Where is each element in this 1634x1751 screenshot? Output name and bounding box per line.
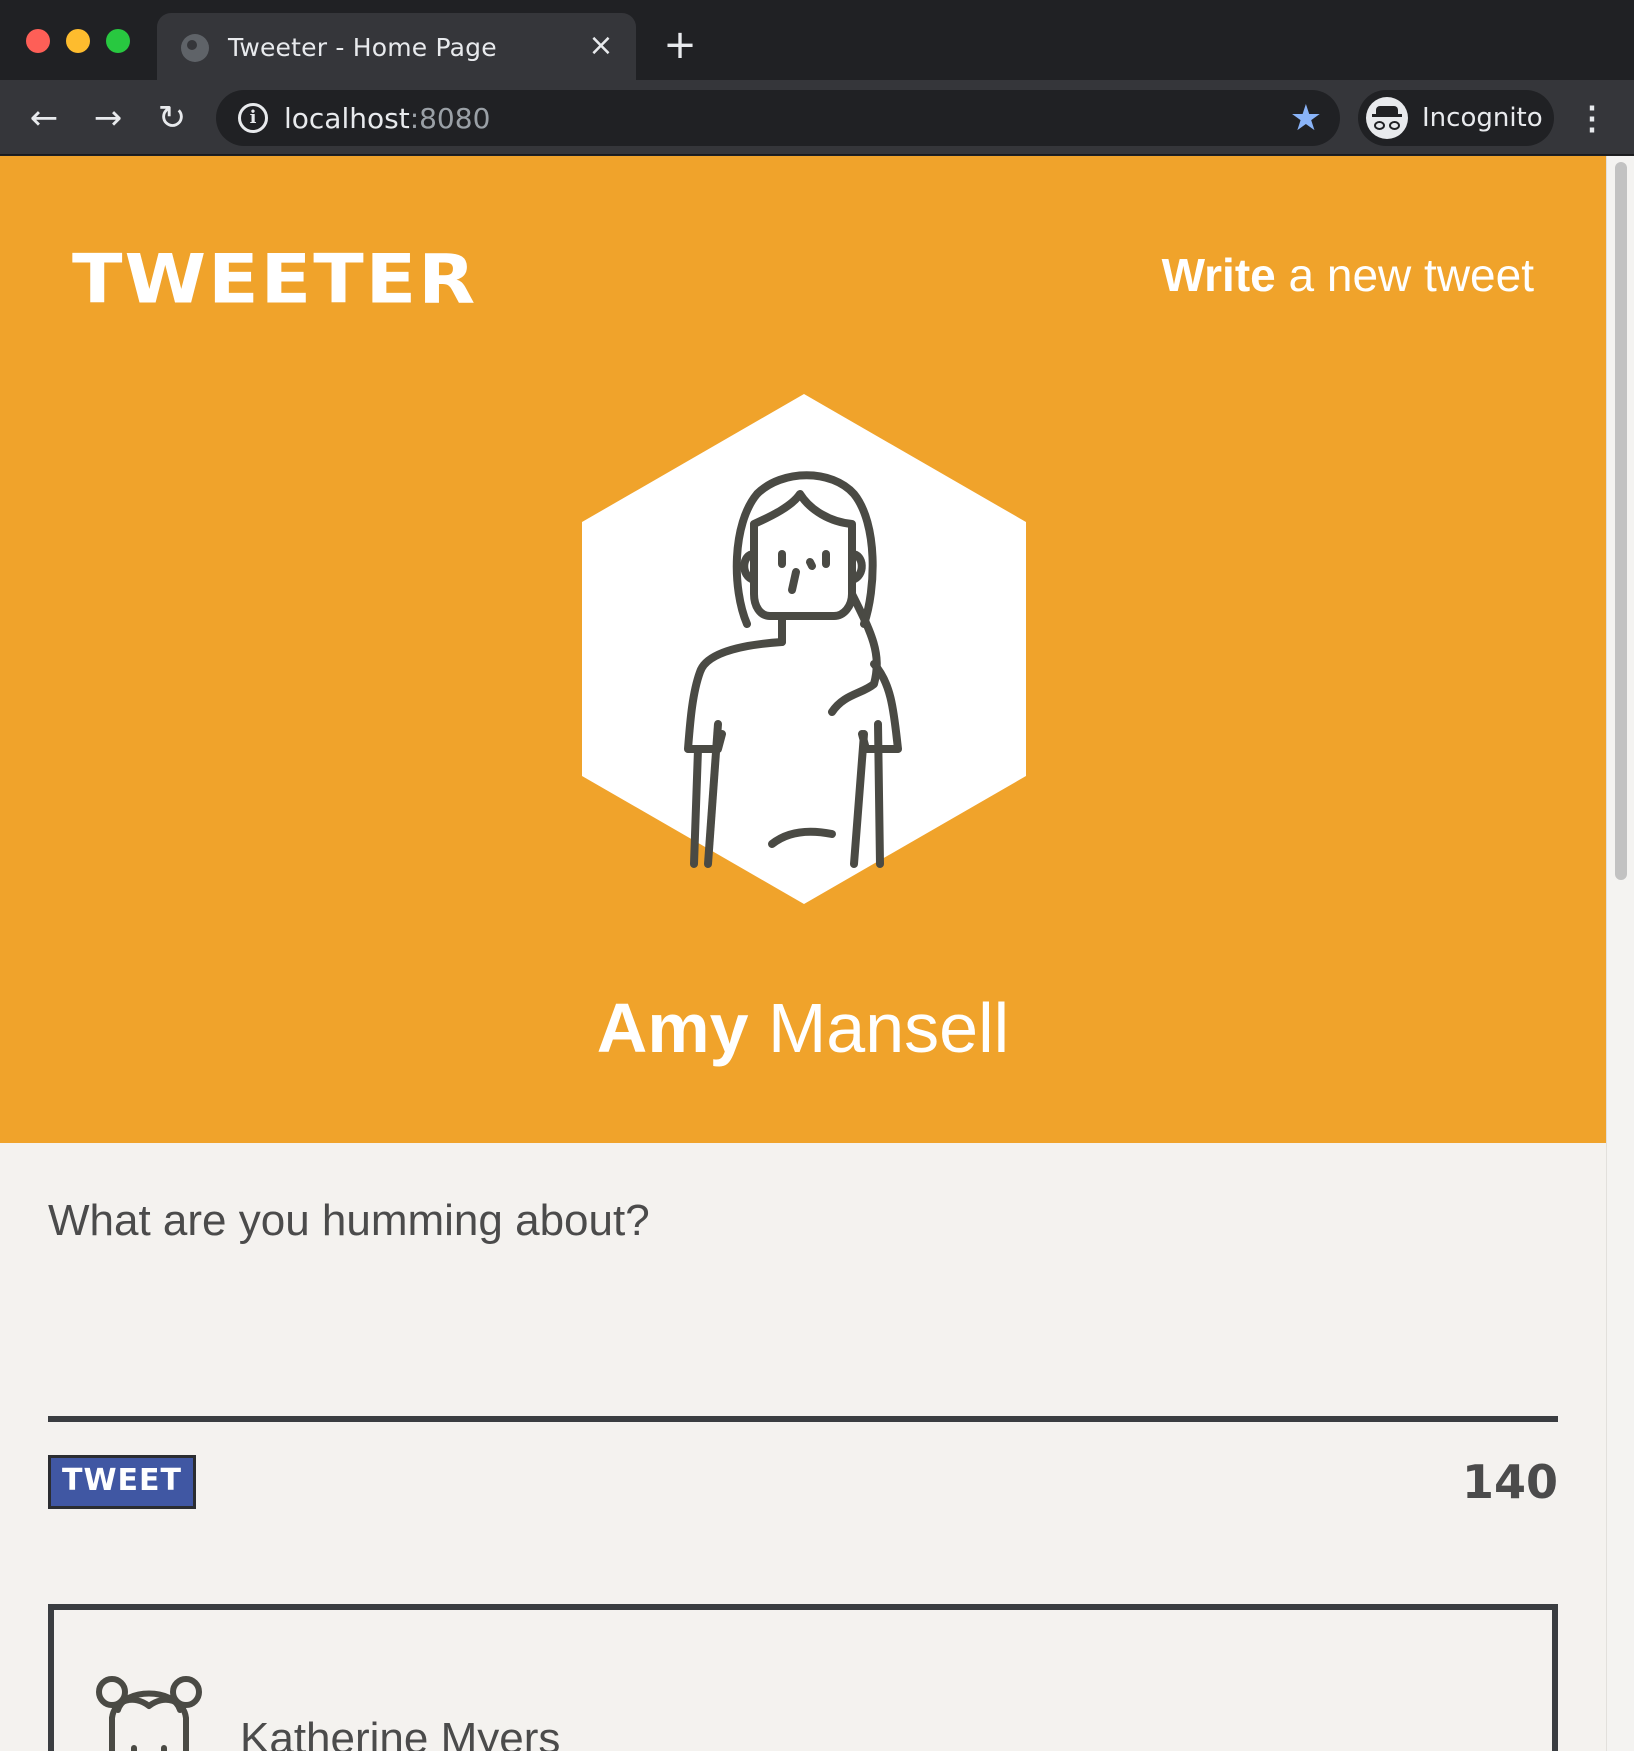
incognito-icon <box>1366 97 1408 139</box>
globe-icon <box>181 34 209 62</box>
bookmark-star-icon[interactable]: ★ <box>1290 98 1322 138</box>
site-header: TWEETER Write a new tweet Amy Mansell <box>0 156 1606 1143</box>
close-tab-icon[interactable]: × <box>584 29 618 63</box>
browser-tabstrip: Tweeter - Home Page × + <box>0 0 1634 80</box>
compose-divider <box>48 1416 1558 1422</box>
tweet-card: Katherine Myers <box>48 1604 1558 1751</box>
address-bar[interactable]: i localhost:8080 ★ <box>216 90 1340 146</box>
write-rest-text: a new tweet <box>1275 249 1535 301</box>
incognito-badge[interactable]: Incognito <box>1358 90 1554 146</box>
url-host: localhost <box>284 102 410 135</box>
profile-first-name: Amy <box>596 989 749 1067</box>
browser-toolbar: ← → ↻ i localhost:8080 ★ Incognito ⋮ <box>0 80 1634 155</box>
browser-tab[interactable]: Tweeter - Home Page × <box>157 13 636 80</box>
write-new-tweet-link[interactable]: Write a new tweet <box>1162 248 1534 302</box>
page-scrollbar[interactable] <box>1606 156 1634 1751</box>
back-arrow-icon[interactable]: ← <box>22 96 66 140</box>
tweet-author-name: Katherine Myers <box>240 1714 561 1751</box>
forward-arrow-icon[interactable]: → <box>86 96 130 140</box>
page-viewport: TWEETER Write a new tweet Amy Mansell Wh… <box>0 156 1634 1751</box>
incognito-label: Incognito <box>1422 103 1543 133</box>
maximize-window-button[interactable] <box>106 29 130 53</box>
girl-avatar-icon <box>96 1676 202 1751</box>
browser-menu-icon[interactable]: ⋮ <box>1576 98 1608 138</box>
tweet-submit-button[interactable]: TWEET <box>48 1455 196 1509</box>
character-counter: 140 <box>1461 1455 1558 1509</box>
write-bold-text: Write <box>1161 249 1276 301</box>
minimize-window-button[interactable] <box>66 29 90 53</box>
new-tab-icon[interactable]: + <box>660 25 700 66</box>
tab-title: Tweeter - Home Page <box>228 33 497 62</box>
site-logo[interactable]: TWEETER <box>72 240 477 319</box>
url-text[interactable]: localhost:8080 <box>284 102 490 135</box>
close-window-button[interactable] <box>26 29 50 53</box>
reload-icon[interactable]: ↻ <box>150 96 194 140</box>
hexagon-frame <box>582 394 1026 904</box>
url-port: :8080 <box>409 102 491 135</box>
site-info-icon[interactable]: i <box>238 103 268 133</box>
tweet-compose-input[interactable] <box>48 1196 1558 1376</box>
profile-last-name: Mansell <box>748 989 1010 1067</box>
profile-avatar <box>582 394 1026 904</box>
scrollbar-thumb[interactable] <box>1615 162 1627 880</box>
profile-name: Amy Mansell <box>0 988 1606 1068</box>
